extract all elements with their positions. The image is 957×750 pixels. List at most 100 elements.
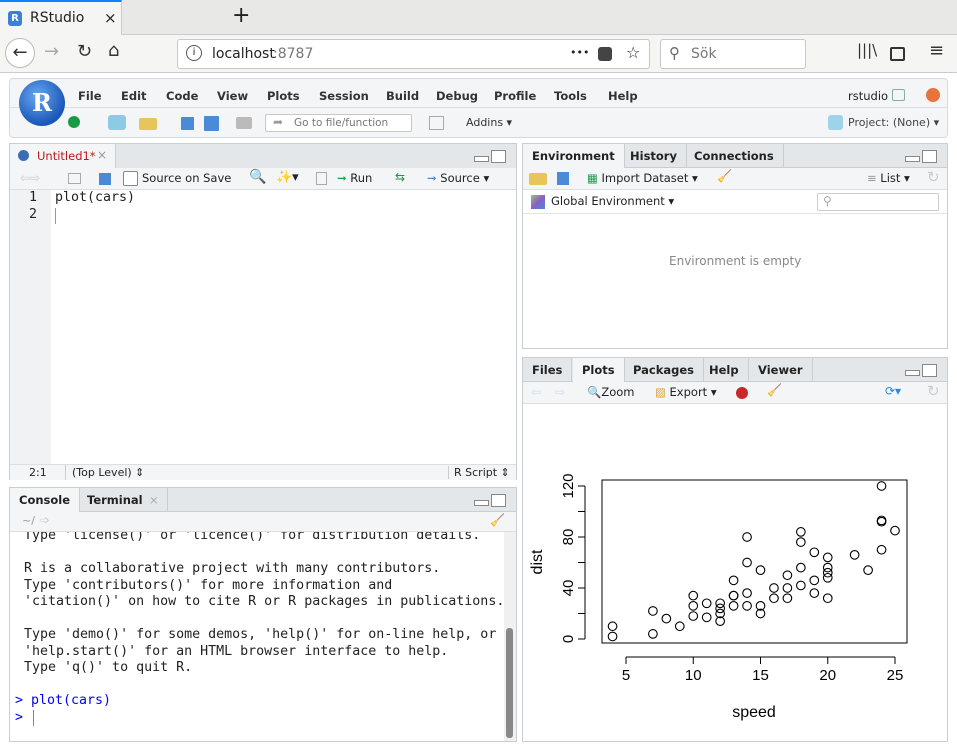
new-project-icon[interactable] [108,115,126,130]
refresh-icon[interactable]: ↻ [927,382,940,400]
y-tick-label: 0 [560,635,577,643]
menu-session[interactable]: Session [319,89,369,103]
data-point [796,527,806,537]
tab-help[interactable]: Help [700,358,749,382]
remove-plot-icon[interactable] [736,387,748,399]
rerun-icon[interactable]: ⇆ [395,170,405,184]
source-on-save-checkbox[interactable] [123,171,138,186]
run-button[interactable]: ➞ Run [337,171,372,185]
addins-menu[interactable]: Addins ▾ [452,116,512,129]
tab-files[interactable]: Files [523,358,573,382]
print-icon[interactable] [236,117,252,129]
back-icon[interactable]: ← [5,38,35,68]
tab-viewer[interactable]: Viewer [749,358,813,382]
reload-icon[interactable]: ↻ [77,41,92,62]
refresh-icon[interactable]: ↻ [927,168,940,186]
open-file-icon[interactable] [139,118,157,130]
tab-connections[interactable]: Connections [685,144,784,168]
search-box[interactable]: ⚲ Sök [660,39,806,69]
tab-history[interactable]: History [621,144,687,168]
view-mode-list[interactable]: ≡ List ▾ [867,171,910,185]
tab-plots[interactable]: Plots [573,358,625,382]
menu-file[interactable]: File [78,89,102,103]
tab-terminal[interactable]: Terminal × [78,488,168,512]
goto-file-input[interactable]: ➦ Go to file/function [265,114,412,132]
x-tick-label: 20 [819,667,836,684]
menu-help[interactable]: Help [608,89,638,103]
close-tab-icon[interactable]: × [149,488,159,512]
save-all-icon[interactable] [204,116,219,131]
menu-plots[interactable]: Plots [267,89,300,103]
library-icon[interactable]: |||\ [857,41,877,59]
working-directory[interactable]: ~/ [22,514,35,527]
menu-profile[interactable]: Profile [494,89,536,103]
data-point [782,570,793,581]
menu-edit[interactable]: Edit [121,89,147,103]
forward-icon[interactable]: → [44,41,59,62]
publish-icon[interactable]: ⟳▾ [885,384,901,398]
menu-code[interactable]: Code [166,89,198,103]
console-scrollbar[interactable] [504,532,516,741]
close-tab-icon[interactable]: × [104,9,117,27]
compile-report-icon[interactable] [316,172,327,185]
clear-console-icon[interactable]: 🧹 [490,513,505,527]
pocket-icon[interactable] [598,47,612,61]
filetype-selector[interactable]: R Script ⇕ [448,466,510,479]
pane-min-max[interactable] [474,494,508,508]
project-menu[interactable]: Project: (None) ▾ [848,116,939,129]
pane-min-max[interactable] [905,364,939,378]
home-icon[interactable]: ⌂ [108,40,119,61]
new-file-icon[interactable] [68,116,80,128]
page-actions-icon[interactable]: ••• [570,46,589,59]
save-workspace-icon[interactable] [557,172,569,185]
menu-tools[interactable]: Tools [554,89,587,103]
find-icon[interactable]: 🔍 [249,169,266,185]
export-button[interactable]: ▨ Export ▾ [655,385,717,399]
scope-selector[interactable]: (Top Level) ⇕ [72,466,144,479]
code-editor[interactable]: 1 2 plot(cars) [10,190,516,464]
tab-environment[interactable]: Environment [523,144,625,168]
data-point [796,537,806,547]
clear-plots-broom-icon[interactable]: 🧹 [767,383,782,397]
sign-out-icon[interactable] [892,89,905,101]
hamburger-menu-icon[interactable]: ≡ [929,40,944,61]
console-output[interactable]: Type 'license()' or 'licence()' for dist… [10,532,504,741]
go-to-directory-icon[interactable]: ➩ [40,513,50,527]
pane-min-max[interactable] [474,150,508,164]
menu-debug[interactable]: Debug [436,89,478,103]
quit-session-icon[interactable] [926,88,940,102]
close-tab-icon[interactable]: × [97,148,107,162]
sidebar-icon[interactable] [890,47,905,61]
tab-console[interactable]: Console [10,488,81,512]
tab-packages[interactable]: Packages [624,358,704,382]
show-in-window-icon[interactable] [68,173,81,184]
console-prompt: > [15,709,32,725]
data-point [809,575,820,586]
pane-min-max[interactable] [905,150,939,164]
data-point [849,550,860,560]
clear-workspace-broom-icon[interactable]: 🧹 [717,169,732,183]
environment-search-input[interactable]: ⚲ [817,193,939,211]
load-workspace-icon[interactable] [529,173,547,185]
import-dataset-button[interactable]: ▦ Import Dataset ▾ [587,171,698,185]
project-label: Project: (None) [848,116,931,129]
code-tools-icon[interactable]: ✨▾ [276,170,299,185]
x-tick-label: 25 [887,667,904,684]
save-icon[interactable] [181,117,194,130]
zoom-button[interactable]: 🔍Zoom [587,385,634,399]
source-button[interactable]: ➞ Source ▾ [427,171,489,185]
url-bar[interactable]: i localhost :8787 ••• ☆ [177,39,650,69]
source-tab[interactable]: Untitled1* × [10,144,116,168]
browser-tab[interactable]: R RStudio × [0,0,122,35]
back-forward-icon[interactable]: ⇦⇨ [20,171,40,185]
new-tab-button[interactable]: + [232,3,250,28]
grid-layout-icon[interactable] [429,116,444,130]
menu-view[interactable]: View [217,89,248,103]
environment-scope-selector[interactable]: Global Environment ▾ [551,194,674,208]
previous-plot-icon[interactable]: ⇦ [531,385,541,399]
data-point [742,588,752,598]
bookmark-star-icon[interactable]: ☆ [626,43,640,62]
menu-build[interactable]: Build [386,89,419,103]
next-plot-icon[interactable]: ⇨ [555,385,565,399]
save-icon[interactable] [99,173,111,185]
